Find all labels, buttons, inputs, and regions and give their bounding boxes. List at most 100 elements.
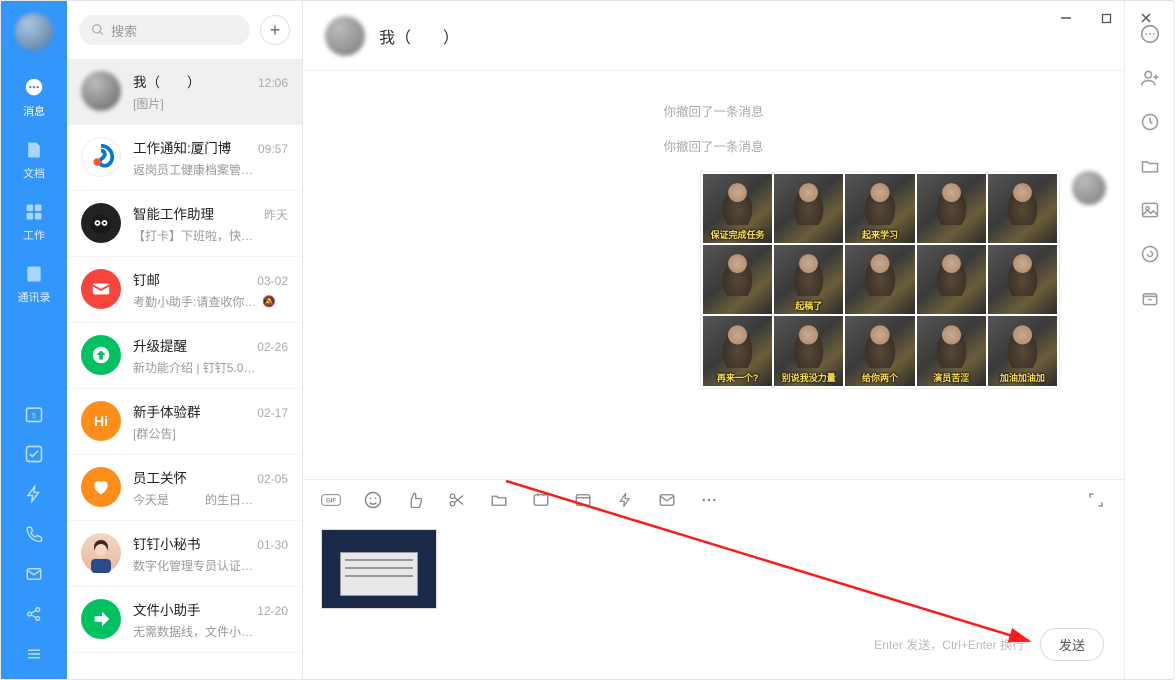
- conversation-item[interactable]: 我（ ）12:06[图片]: [67, 59, 302, 125]
- menu-icon[interactable]: [23, 643, 45, 665]
- conversation-subtitle: 【打卡】下班啦，快…: [133, 227, 288, 244]
- conversation-subtitle: [图片]: [133, 95, 288, 112]
- compose-toolbar: GIF: [303, 479, 1124, 519]
- gif-icon[interactable]: GIF: [321, 490, 341, 510]
- conversation-item[interactable]: 钉邮03-02考勤小助手:请查收你…🔕: [67, 257, 302, 323]
- history-icon[interactable]: [1139, 111, 1161, 133]
- add-person-icon[interactable]: [1139, 67, 1161, 89]
- sticker-cell: [774, 174, 843, 243]
- minimize-button[interactable]: [1050, 6, 1082, 30]
- sticker-cell: [703, 245, 772, 314]
- send-button[interactable]: 发送: [1040, 628, 1104, 661]
- my-avatar[interactable]: [15, 13, 53, 51]
- scissor-icon[interactable]: [447, 490, 467, 510]
- conversation-item[interactable]: Hi新手体验群02-17[群公告]: [67, 389, 302, 455]
- rail-label: 通讯录: [18, 289, 51, 305]
- sticker-cell: [988, 174, 1057, 243]
- rail-item-contacts[interactable]: 通讯录: [1, 253, 67, 315]
- sticker-cell: [988, 316, 1057, 385]
- conversation-title: 升级提醒: [133, 335, 187, 355]
- attached-image-thumb[interactable]: [321, 529, 437, 609]
- link-icon[interactable]: [1139, 243, 1161, 265]
- search-input[interactable]: 搜索: [79, 15, 250, 45]
- chat-title: 我（ ）: [379, 24, 459, 48]
- conversation-time: 02-26: [257, 340, 288, 354]
- sticker-cell: [774, 245, 843, 314]
- box-icon[interactable]: [1139, 287, 1161, 309]
- rail-item-work[interactable]: 工作: [1, 191, 67, 253]
- conversation-time: 02-05: [257, 472, 288, 486]
- sticker-cell: [845, 316, 914, 385]
- rail-item-messages[interactable]: 消息: [1, 67, 67, 129]
- sticker-cell: [917, 245, 986, 314]
- bolt-icon[interactable]: [615, 490, 635, 510]
- contacts-icon: [23, 263, 45, 285]
- thumb-icon[interactable]: [405, 490, 425, 510]
- more-icon[interactable]: [699, 490, 719, 510]
- left-rail: 消息 文档 工作 通讯录 5: [1, 1, 67, 679]
- sticker-cell: [703, 174, 772, 243]
- chat-panel: 我（ ） 你撤回了一条消息 你撤回了一条消息 GIF: [303, 1, 1124, 679]
- message-icon: [23, 77, 45, 99]
- sticker-cell: [703, 316, 772, 385]
- conversation-title: 文件小助手: [133, 599, 201, 619]
- conversation-title: 我（ ）: [133, 71, 201, 91]
- share-icon[interactable]: [23, 603, 45, 625]
- chat-body: 你撤回了一条消息 你撤回了一条消息: [303, 71, 1124, 479]
- work-icon: [23, 201, 45, 223]
- sticker-cell: [988, 245, 1057, 314]
- new-chat-button[interactable]: +: [260, 15, 290, 45]
- chat-avatar[interactable]: [325, 16, 365, 56]
- conversation-subtitle: 考勤小助手:请查收你…🔕: [133, 293, 288, 310]
- conversation-item[interactable]: 员工关怀02-05今天是 的生日…: [67, 455, 302, 521]
- message-row: [321, 171, 1106, 389]
- conversation-item[interactable]: 钉钉小秘书 01-30 数字化管理专员认证…: [67, 521, 302, 587]
- conversation-time: 09:57: [258, 142, 288, 156]
- conversation-item[interactable]: 文件小助手12-20无需数据线，文件小…: [67, 587, 302, 653]
- bolt-rail-icon[interactable]: [23, 483, 45, 505]
- window-icon[interactable]: [573, 490, 593, 510]
- expand-icon[interactable]: [1086, 490, 1106, 510]
- sender-avatar[interactable]: [1072, 171, 1106, 205]
- phone-icon[interactable]: [23, 523, 45, 545]
- mute-icon: 🔕: [262, 295, 276, 308]
- emoji-icon[interactable]: [363, 490, 383, 510]
- rail-label: 文档: [23, 165, 45, 181]
- folder2-icon[interactable]: [1139, 155, 1161, 177]
- search-bar: 搜索 +: [67, 1, 302, 59]
- conversation-title: 钉钉小秘书: [133, 533, 201, 553]
- send-hint: Enter 发送，Ctrl+Enter 换行: [874, 636, 1024, 653]
- folder-icon[interactable]: [489, 490, 509, 510]
- conversation-subtitle: 新功能介绍 | 钉钉5.0…: [133, 359, 288, 376]
- conversation-time: 01-30: [257, 538, 288, 552]
- conversation-list: 搜索 + 我（ ）12:06[图片]工作通知:厦门博09:57返岗员工健康档案管…: [67, 1, 303, 679]
- sticker-cell: [845, 174, 914, 243]
- compose-area[interactable]: Enter 发送，Ctrl+Enter 换行 发送: [303, 519, 1124, 679]
- maximize-button[interactable]: [1090, 6, 1122, 30]
- sticker-cell: [917, 316, 986, 385]
- close-button[interactable]: [1130, 6, 1162, 30]
- calendar-icon[interactable]: 5: [23, 403, 45, 425]
- conversation-subtitle: 今天是 的生日…: [133, 491, 288, 508]
- conversation-item[interactable]: 升级提醒 02-26 新功能介绍 | 钉钉5.0…: [67, 323, 302, 389]
- conversation-time: 昨天: [264, 206, 288, 223]
- envelope-icon[interactable]: [23, 563, 45, 585]
- conversation-item[interactable]: 工作通知:厦门博09:57返岗员工健康档案管…: [67, 125, 302, 191]
- conversation-subtitle: 数字化管理专员认证…: [133, 557, 288, 574]
- conversation-time: 12-20: [257, 604, 288, 618]
- card-icon[interactable]: [531, 490, 551, 510]
- conversation-item[interactable]: 智能工作助理 昨天【打卡】下班啦，快…: [67, 191, 302, 257]
- rail-item-docs[interactable]: 文档: [1, 129, 67, 191]
- window-controls: [1050, 1, 1174, 35]
- mail-icon[interactable]: [657, 490, 677, 510]
- conversation-time: 02-17: [257, 406, 288, 420]
- image-icon[interactable]: [1139, 199, 1161, 221]
- rail-label: 工作: [23, 227, 45, 243]
- conversation-subtitle: 返岗员工健康档案管…: [133, 161, 288, 178]
- sticker-cell: [774, 316, 843, 385]
- rail-label: 消息: [23, 103, 45, 119]
- svg-text:5: 5: [32, 411, 36, 420]
- conversation-subtitle: [群公告]: [133, 425, 288, 442]
- conversation-title: 智能工作助理: [133, 203, 214, 223]
- check-icon[interactable]: [23, 443, 45, 465]
